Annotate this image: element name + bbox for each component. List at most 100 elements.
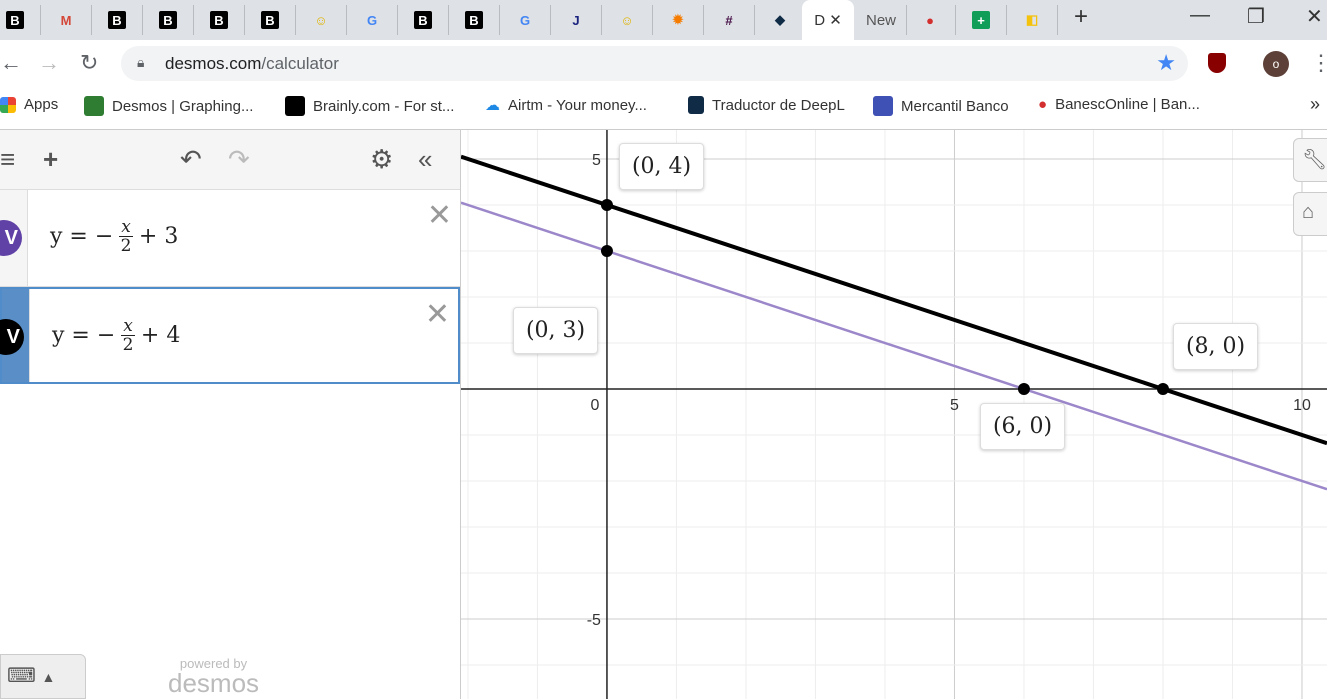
ublock-icon[interactable] [1208,53,1226,73]
profile-avatar[interactable]: o [1263,51,1289,77]
tab-favicon-icon: M [60,12,72,28]
browser-tab[interactable]: ✹ [653,5,704,35]
home-zoom-button[interactable]: ⌂ [1293,192,1327,236]
tab-new[interactable]: New [856,5,907,35]
tab-title: New [865,11,896,29]
browser-tab[interactable]: B [245,5,296,35]
expression-tab[interactable]: V [0,190,28,286]
expression-tab[interactable]: V [0,289,30,382]
browser-tab[interactable]: B [194,5,245,35]
deepl-icon [688,96,704,114]
menu-icon[interactable]: ⋮ [1310,50,1327,76]
keyboard-toggle-button[interactable]: ⌨ ▲ [0,654,86,699]
expression-math[interactable]: y = − x 2 + 4 [52,317,180,354]
banesco-icon: ● [1038,96,1048,113]
denominator: 2 [122,335,134,355]
browser-tab[interactable]: B [92,5,143,35]
tab-sheets[interactable]: + [956,5,1007,35]
collapse-panel-button[interactable]: « [418,144,432,175]
maximize-button[interactable]: ❐ [1247,4,1265,29]
address-bar[interactable]: 🔒︎ desmos.com/calculator ★ [121,46,1188,81]
forward-button[interactable]: → [38,50,60,76]
redo-button[interactable]: ↷ [228,144,250,175]
expression-item[interactable]: V y = − x 2 + 3 ✕ [0,190,460,287]
expression-item[interactable]: V y = − x 2 + 4 ✕ [0,287,460,384]
tab-favicon-icon: B [108,11,126,29]
bookmark-desmos[interactable]: Desmos | Graphing... [84,96,253,116]
point-label[interactable]: (0, 4) [618,142,705,190]
delete-expression-icon[interactable]: ✕ [425,297,450,332]
tab-favicon-icon: B [210,11,228,29]
reload-button[interactable]: ↻ [80,50,98,76]
tab-favicon-icon: ◆ [775,12,785,27]
color-toggle-icon[interactable]: V [0,220,22,256]
close-tab-icon[interactable]: ✕ [829,11,842,29]
new-tab-button[interactable]: + [1074,3,1088,31]
point-label[interactable]: (6, 0) [979,402,1066,450]
close-window-button[interactable]: ✕ [1306,4,1323,29]
bookmark-label: Traductor de DeepL [712,96,845,114]
tab-active[interactable]: D ✕ [802,0,854,40]
menu-icon[interactable]: ≡ [0,144,15,175]
settings-gear-icon[interactable]: ⚙ [370,144,393,175]
numerator: x [121,316,135,336]
expression-toolbar: ≡ + ↶ ↷ ⚙ « [0,130,460,190]
expression-lhs: y = − [52,323,116,348]
powered-by-desmos[interactable]: powered by desmos [168,656,259,696]
browser-tab[interactable]: B [0,5,41,35]
bookmark-deepl[interactable]: Traductor de DeepL [688,96,845,114]
tab-favicon-icon: ☺ [314,12,328,28]
browser-toolbar: ← → ↻ 🔒︎ desmos.com/calculator ★ o ⋮ [0,40,1327,88]
back-button[interactable]: ← [0,50,22,76]
browser-tab[interactable]: G [347,5,398,35]
bookmarks-bar: Apps Desmos | Graphing... Brainly.com - … [0,88,1327,130]
browser-tab[interactable]: B [449,5,500,35]
browser-tab[interactable]: G [500,5,551,35]
graph-paper[interactable]: 0 5 10 5 -5 (0, 4) (0, 3) (8, 0) (6, 0) 🔧︎ ⌂ [461,130,1327,699]
cloud-icon: ☁ [485,97,500,114]
browser-tab[interactable]: # [704,5,755,35]
fraction: x2 [121,317,135,354]
graph-canvas[interactable]: 0 5 10 5 -5 [461,130,1327,699]
bookmark-label: Brainly.com - For st... [313,97,455,115]
graph-point [1156,382,1169,395]
point-label[interactable]: (8, 0) [1172,322,1259,370]
browser-tab[interactable]: ☺ [602,5,653,35]
tab-favicon-icon: B [159,11,177,29]
minimize-button[interactable]: — [1190,4,1210,27]
add-expression-button[interactable]: + [43,144,58,175]
point-label[interactable]: (0, 3) [512,306,599,354]
browser-tab[interactable]: ☺ [296,5,347,35]
delete-expression-icon[interactable]: ✕ [427,198,452,233]
bookmark-label: BanescOnline | Ban... [1055,96,1200,113]
tab-favicon-icon: G [519,12,531,28]
bookmark-airtm[interactable]: ☁ Airtm - Your money... [485,96,647,115]
more-bookmarks-button[interactable]: » [1310,94,1320,115]
graph-point [600,244,613,257]
denominator: 2 [120,236,132,256]
browser-tab[interactable]: B [398,5,449,35]
bookmark-mercantil[interactable]: Mercantil Banco [873,96,1009,116]
browser-tab[interactable]: ◆ [755,5,806,35]
bookmark-brainly[interactable]: Brainly.com - For st... [285,96,454,116]
browser-tab[interactable]: M [41,5,92,35]
url-text: desmos.com/calculator [165,54,339,73]
graph-point [600,198,613,211]
bookmark-banesco[interactable]: ● BanescOnline | Ban... [1038,96,1200,113]
bookmark-apps[interactable]: Apps [0,96,58,113]
tick-label: -5 [587,612,601,629]
fraction: x2 [119,218,133,255]
keyboard-icon: ⌨ [7,665,36,687]
tab-favicon-icon: B [414,11,432,29]
bookmark-star-icon[interactable]: ★ [1156,50,1176,76]
graph-settings-wrench-button[interactable]: 🔧︎ [1293,138,1327,182]
color-toggle-icon[interactable]: V [0,319,24,355]
undo-button[interactable]: ↶ [180,144,202,175]
tab-banesco[interactable]: ● [905,5,956,35]
tab-bank[interactable]: ◧ [1007,5,1058,35]
expression-rhs: + 4 [140,323,181,348]
browser-tab[interactable]: B [143,5,194,35]
expression-math[interactable]: y = − x 2 + 3 [50,218,178,255]
tick-label: 10 [1293,397,1311,414]
browser-tab[interactable]: J [551,5,602,35]
